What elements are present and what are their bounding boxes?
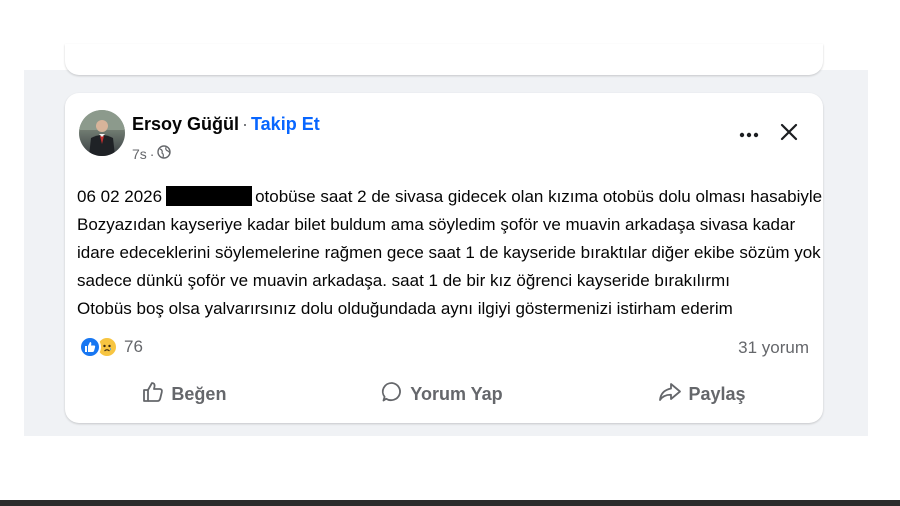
post-card: Ersoy Güğül · Takip Et 7s · 06 02 2026 o… [65, 93, 823, 423]
share-icon [658, 381, 682, 408]
bottom-border [0, 500, 900, 506]
post-time[interactable]: 7s [132, 146, 147, 162]
like-label: Beğen [171, 383, 227, 404]
like-reaction-icon [79, 336, 101, 358]
comment-count[interactable]: 31 yorum [738, 338, 809, 358]
comment-icon [381, 381, 403, 408]
post-actions: Beğen Yorum Yap Paylaş [65, 376, 823, 412]
reaction-count: 76 [124, 337, 143, 356]
like-button[interactable]: Beğen [128, 377, 240, 412]
globe-icon [157, 145, 172, 162]
more-options-icon [739, 125, 759, 143]
follow-link[interactable]: Takip Et [251, 114, 320, 134]
post-text-line: 06 02 2026 otobüse saat 2 de sivasa gidec… [77, 183, 822, 211]
share-button[interactable]: Paylaş [644, 377, 760, 412]
separator-dot: · [149, 145, 155, 162]
close-button[interactable] [773, 118, 805, 150]
avatar[interactable] [79, 110, 125, 156]
share-label: Paylaş [688, 383, 746, 404]
more-options-button[interactable] [733, 118, 765, 150]
post-text-line: sadece dünkü şoför ve muavin arkadaşa. s… [77, 271, 730, 290]
post-text-line: Otobüs boş olsa yalvarırsınız dolu olduğ… [77, 299, 733, 318]
thumbs-up-icon [142, 381, 164, 408]
post-meta: 7s · [132, 145, 172, 162]
comment-label: Yorum Yap [410, 383, 503, 404]
author-row: Ersoy Güğül · Takip Et [132, 114, 320, 135]
post-text-line: Bozyazıdan kayseriye kadar bilet buldum … [77, 215, 796, 234]
reactions-summary[interactable]: 76 [79, 336, 143, 358]
comment-button[interactable]: Yorum Yap [367, 377, 516, 412]
separator-dot: · [242, 114, 249, 134]
previous-post-card [65, 44, 823, 75]
redaction-box [166, 186, 253, 206]
author-name[interactable]: Ersoy Güğül [132, 114, 239, 134]
post-date: 06 02 2026 [77, 187, 163, 206]
post-text: 06 02 2026 otobüse saat 2 de sivasa gidec… [77, 183, 822, 323]
post-text-line: idare edeceklerini söylemelerine rağmen … [77, 243, 821, 262]
close-icon [779, 122, 799, 147]
post-text-segment: otobüse saat 2 de sivasa gidecek olan kı… [255, 187, 823, 206]
